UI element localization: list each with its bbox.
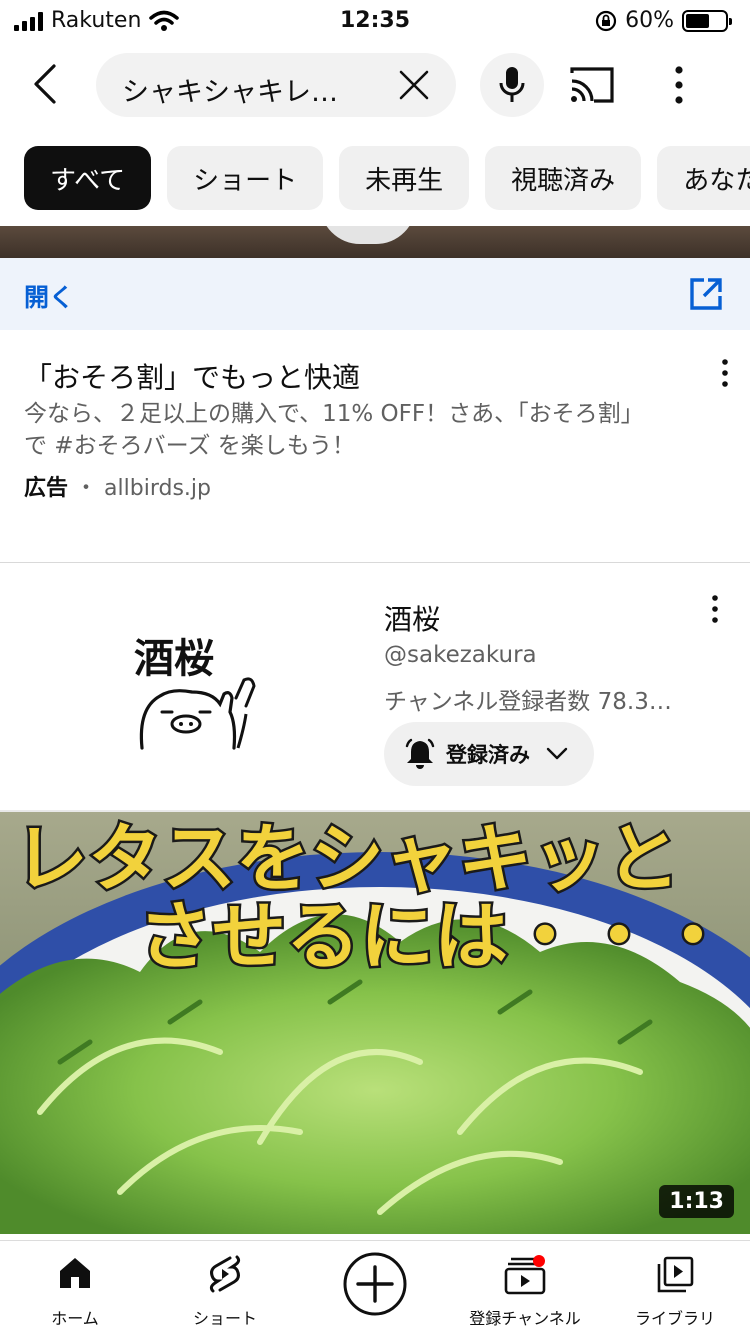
channel-name[interactable]: 酒桜 [384, 598, 440, 638]
nav-create[interactable] [300, 1241, 450, 1334]
thumbnail-title-line2: させるには・・・ [138, 894, 730, 980]
nav-home[interactable]: ホーム [0, 1241, 150, 1334]
nav-shorts[interactable]: ショート [150, 1241, 300, 1334]
back-arrow-icon[interactable] [26, 62, 70, 106]
ad-description: 今なら、２足以上の購入で、11% OFF！さあ、「おそろ割」で #おそろバーズ … [24, 401, 644, 459]
more-vertical-icon[interactable] [664, 64, 694, 106]
open-link[interactable]: 開く [24, 278, 74, 314]
create-plus-icon [343, 1252, 407, 1316]
search-header: シャキシャキレ… [0, 50, 750, 120]
ad-domain: allbirds.jp [104, 476, 211, 501]
nav-home-label: ホーム [51, 1309, 99, 1328]
bell-icon [405, 738, 435, 769]
home-icon [60, 1258, 90, 1288]
nav-subscriptions[interactable]: 登録チャンネル [450, 1241, 600, 1334]
search-input[interactable]: シャキシャキレ… [96, 53, 456, 117]
library-icon [657, 1256, 694, 1293]
divider [0, 562, 750, 563]
video-thumbnail[interactable]: レタスをシャキッと させるには・・・ 1:13 [0, 812, 750, 1234]
thumbnail-title-line1: レタスをシャキッと [14, 816, 680, 902]
ad-badge: 広告 [24, 476, 69, 501]
chip-watched[interactable]: 視聴済み [485, 146, 642, 210]
channel-more-icon[interactable] [710, 594, 720, 624]
chip-unwatched[interactable]: 未再生 [339, 146, 470, 210]
video-duration: 1:13 [659, 1185, 734, 1218]
channel-logo-text: 酒桜 [134, 636, 214, 682]
ad-more-icon[interactable] [720, 358, 730, 388]
ad-separator: ・ [75, 476, 98, 501]
chip-all[interactable]: すべて [24, 146, 152, 210]
shorts-icon [209, 1255, 241, 1293]
search-query[interactable]: シャキシャキレ… [122, 70, 372, 109]
filter-chips: すべて ショート 未再生 視聴済み あなた [24, 146, 750, 210]
orientation-lock-icon [595, 10, 617, 31]
nav-shorts-label: ショート [192, 1309, 257, 1328]
ad-meta: 広告 ・ allbirds.jp [24, 470, 211, 502]
channel-handle: @sakezakura [384, 642, 537, 668]
subscribed-button[interactable]: 登録済み [384, 722, 594, 786]
status-bar: Rakuten 12:35 60% [0, 0, 750, 42]
ad-image[interactable] [0, 226, 750, 258]
bottom-nav: ホーム ショート 登録チャンネル ライブラリ [0, 1240, 750, 1334]
nav-library[interactable]: ライブラリ [600, 1241, 750, 1334]
channel-avatar[interactable]: 酒桜 [120, 628, 270, 758]
cast-icon[interactable] [568, 65, 616, 105]
ad-title[interactable]: 「おそろ割」でもっと快適 [24, 356, 360, 396]
subscribed-label: 登録済み [446, 743, 530, 767]
chip-for-you[interactable]: あなた [657, 146, 750, 210]
clear-icon[interactable] [396, 67, 432, 103]
battery-percent: 60% [625, 8, 674, 33]
microphone-icon [499, 67, 525, 102]
subscriptions-icon [504, 1255, 546, 1295]
ad-open-bar[interactable]: 開く [0, 258, 750, 330]
voice-search-button[interactable] [480, 53, 544, 117]
channel-subscribers: チャンネル登録者数 78.3… [384, 689, 672, 715]
nav-library-label: ライブラリ [634, 1309, 715, 1328]
video-thumbnail-image: レタスをシャキッと させるには・・・ [0, 812, 750, 1234]
battery-icon [682, 9, 732, 32]
chip-shorts[interactable]: ショート [167, 146, 324, 210]
nav-subscriptions-label: 登録チャンネル [469, 1309, 581, 1328]
external-link-icon[interactable] [688, 276, 724, 312]
chevron-down-icon [546, 747, 568, 760]
